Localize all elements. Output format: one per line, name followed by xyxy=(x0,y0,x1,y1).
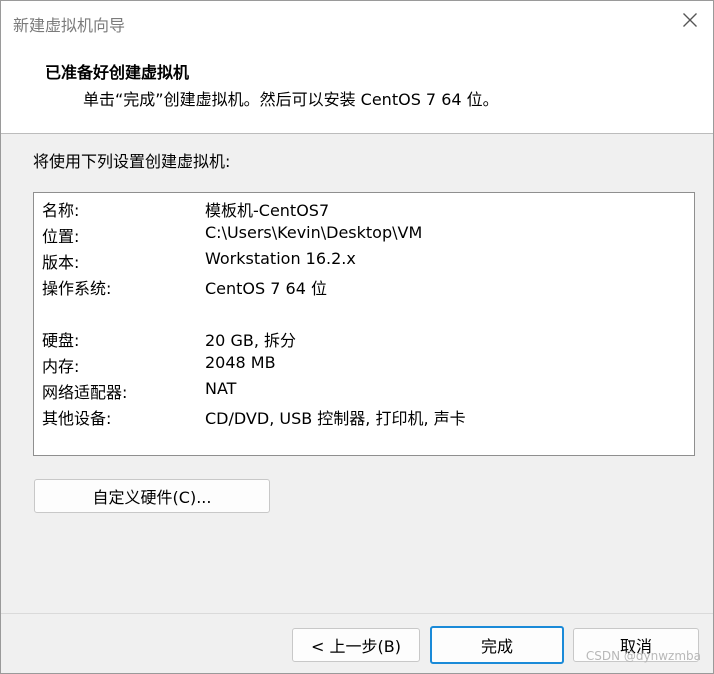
setting-value: Workstation 16.2.x xyxy=(205,249,356,268)
customize-hardware-button[interactable]: 自定义硬件(C)... xyxy=(34,479,270,513)
close-icon xyxy=(682,12,698,32)
new-vm-wizard-dialog: 新建虚拟机向导 已准备好创建虚拟机 单击“完成”创建虚拟机。然后可以安装 Cen… xyxy=(0,0,714,674)
setting-value: 20 GB, 拆分 xyxy=(205,331,296,350)
wizard-header: 已准备好创建虚拟机 单击“完成”创建虚拟机。然后可以安装 CentOS 7 64… xyxy=(1,43,713,134)
setting-value: C:\Users\Kevin\Desktop\VM xyxy=(205,223,423,242)
setting-value: 2048 MB xyxy=(205,353,276,372)
watermark: CSDN @dynwzmba xyxy=(585,649,701,663)
setting-value: 模板机-CentOS7 xyxy=(205,201,330,220)
settings-intro-label: 将使用下列设置创建虚拟机: xyxy=(33,152,231,171)
setting-key: 操作系统: xyxy=(42,279,112,298)
setting-key: 硬盘: xyxy=(42,331,80,350)
window-title: 新建虚拟机向导 xyxy=(13,16,126,35)
close-button[interactable] xyxy=(667,1,713,43)
setting-value: NAT xyxy=(205,379,237,398)
header-subtitle: 单击“完成”创建虚拟机。然后可以安装 CentOS 7 64 位。 xyxy=(83,90,499,109)
finish-button[interactable]: 完成 xyxy=(430,626,564,664)
setting-value: CentOS 7 64 位 xyxy=(205,279,327,298)
setting-key: 其他设备: xyxy=(42,409,112,428)
settings-summary-box: 名称: 模板机-CentOS7 位置: C:\Users\Kevin\Deskt… xyxy=(33,192,695,456)
back-button[interactable]: < 上一步(B) xyxy=(292,628,420,662)
setting-value: CD/DVD, USB 控制器, 打印机, 声卡 xyxy=(205,409,466,428)
setting-key: 位置: xyxy=(42,227,80,246)
setting-key: 名称: xyxy=(42,201,80,220)
title-bar[interactable]: 新建虚拟机向导 xyxy=(1,1,713,43)
setting-key: 版本: xyxy=(42,253,80,272)
setting-key: 网络适配器: xyxy=(42,383,128,402)
footer-divider xyxy=(1,613,713,614)
setting-key: 内存: xyxy=(42,357,80,376)
header-title: 已准备好创建虚拟机 xyxy=(45,63,190,82)
